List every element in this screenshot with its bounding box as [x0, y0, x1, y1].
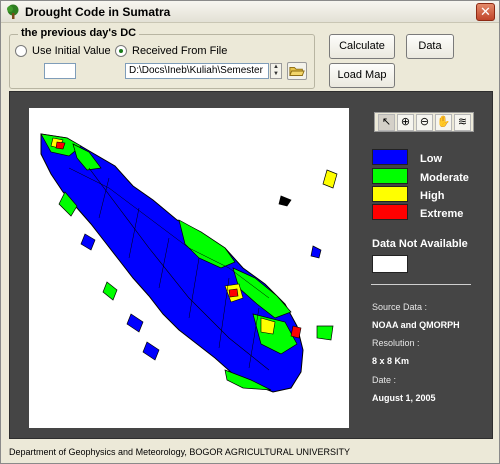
tree-icon	[7, 4, 19, 19]
legend-swatch-low	[372, 149, 408, 165]
load-map-button[interactable]: Load Map	[329, 63, 395, 88]
close-icon: ✕	[480, 4, 491, 19]
data-button[interactable]: Data	[406, 34, 454, 59]
source-data-value: NOAA and QMORPH	[372, 320, 460, 330]
file-path-spinner[interactable]: ▲ ▼	[270, 63, 282, 79]
window-title: Drought Code in Sumatra	[25, 5, 171, 19]
main-window: Drought Code in Sumatra ✕ the previous d…	[0, 0, 500, 464]
previous-dc-group-label: the previous day's DC	[18, 27, 140, 39]
folder-icon	[289, 67, 305, 76]
map-toolbar: ↖ ⊕ ⊖ ✋ ≋	[374, 112, 474, 132]
use-initial-value-radio[interactable]: Use Initial Value	[15, 45, 111, 57]
file-path-input[interactable]: D:\Docs\Ineb\Kuliah\Semester	[125, 63, 269, 79]
previous-dc-group	[9, 34, 315, 89]
resolution-value: 8 x 8 Km	[372, 356, 410, 366]
date-value: August 1, 2005	[372, 393, 436, 403]
zoom-out-icon[interactable]: ⊖	[416, 114, 433, 131]
legend-swatch-moderate	[372, 168, 408, 184]
radio-checked-icon	[115, 45, 127, 57]
legend-label-moderate: Moderate	[420, 172, 469, 184]
received-from-file-radio[interactable]: Received From File	[115, 45, 227, 57]
data-not-available-swatch	[372, 255, 408, 273]
radio-unchecked-icon	[15, 45, 27, 57]
initial-value-input[interactable]	[44, 63, 76, 79]
calculate-button[interactable]: Calculate	[329, 34, 395, 59]
data-not-available-label: Data Not Available	[372, 238, 468, 250]
spin-up-icon[interactable]: ▲	[271, 64, 281, 71]
legend-label-extreme: Extreme	[420, 208, 464, 220]
date-label: Date :	[372, 375, 397, 385]
pointer-icon[interactable]: ↖	[378, 114, 395, 131]
close-button[interactable]: ✕	[476, 3, 495, 21]
legend-swatch-extreme	[372, 204, 408, 220]
title-bar[interactable]: Drought Code in Sumatra ✕	[1, 1, 499, 23]
legend-label-low: Low	[420, 153, 442, 165]
layers-icon[interactable]: ≋	[454, 114, 471, 131]
source-data-label: Source Data :	[372, 302, 428, 312]
sumatra-map[interactable]	[29, 108, 349, 428]
zoom-in-icon[interactable]: ⊕	[397, 114, 414, 131]
use-initial-value-label: Use Initial Value	[32, 45, 111, 57]
drought-map-image	[40, 133, 338, 393]
legend-divider	[371, 284, 471, 285]
pan-hand-icon[interactable]: ✋	[435, 114, 452, 131]
legend-swatch-high	[372, 186, 408, 202]
status-bar-text: Department of Geophysics and Meteorology…	[9, 447, 350, 457]
received-from-file-label: Received From File	[132, 45, 228, 57]
resolution-label: Resolution :	[372, 338, 420, 348]
legend-label-high: High	[420, 190, 445, 202]
spin-down-icon[interactable]: ▼	[271, 71, 281, 78]
browse-folder-button[interactable]	[287, 62, 307, 80]
